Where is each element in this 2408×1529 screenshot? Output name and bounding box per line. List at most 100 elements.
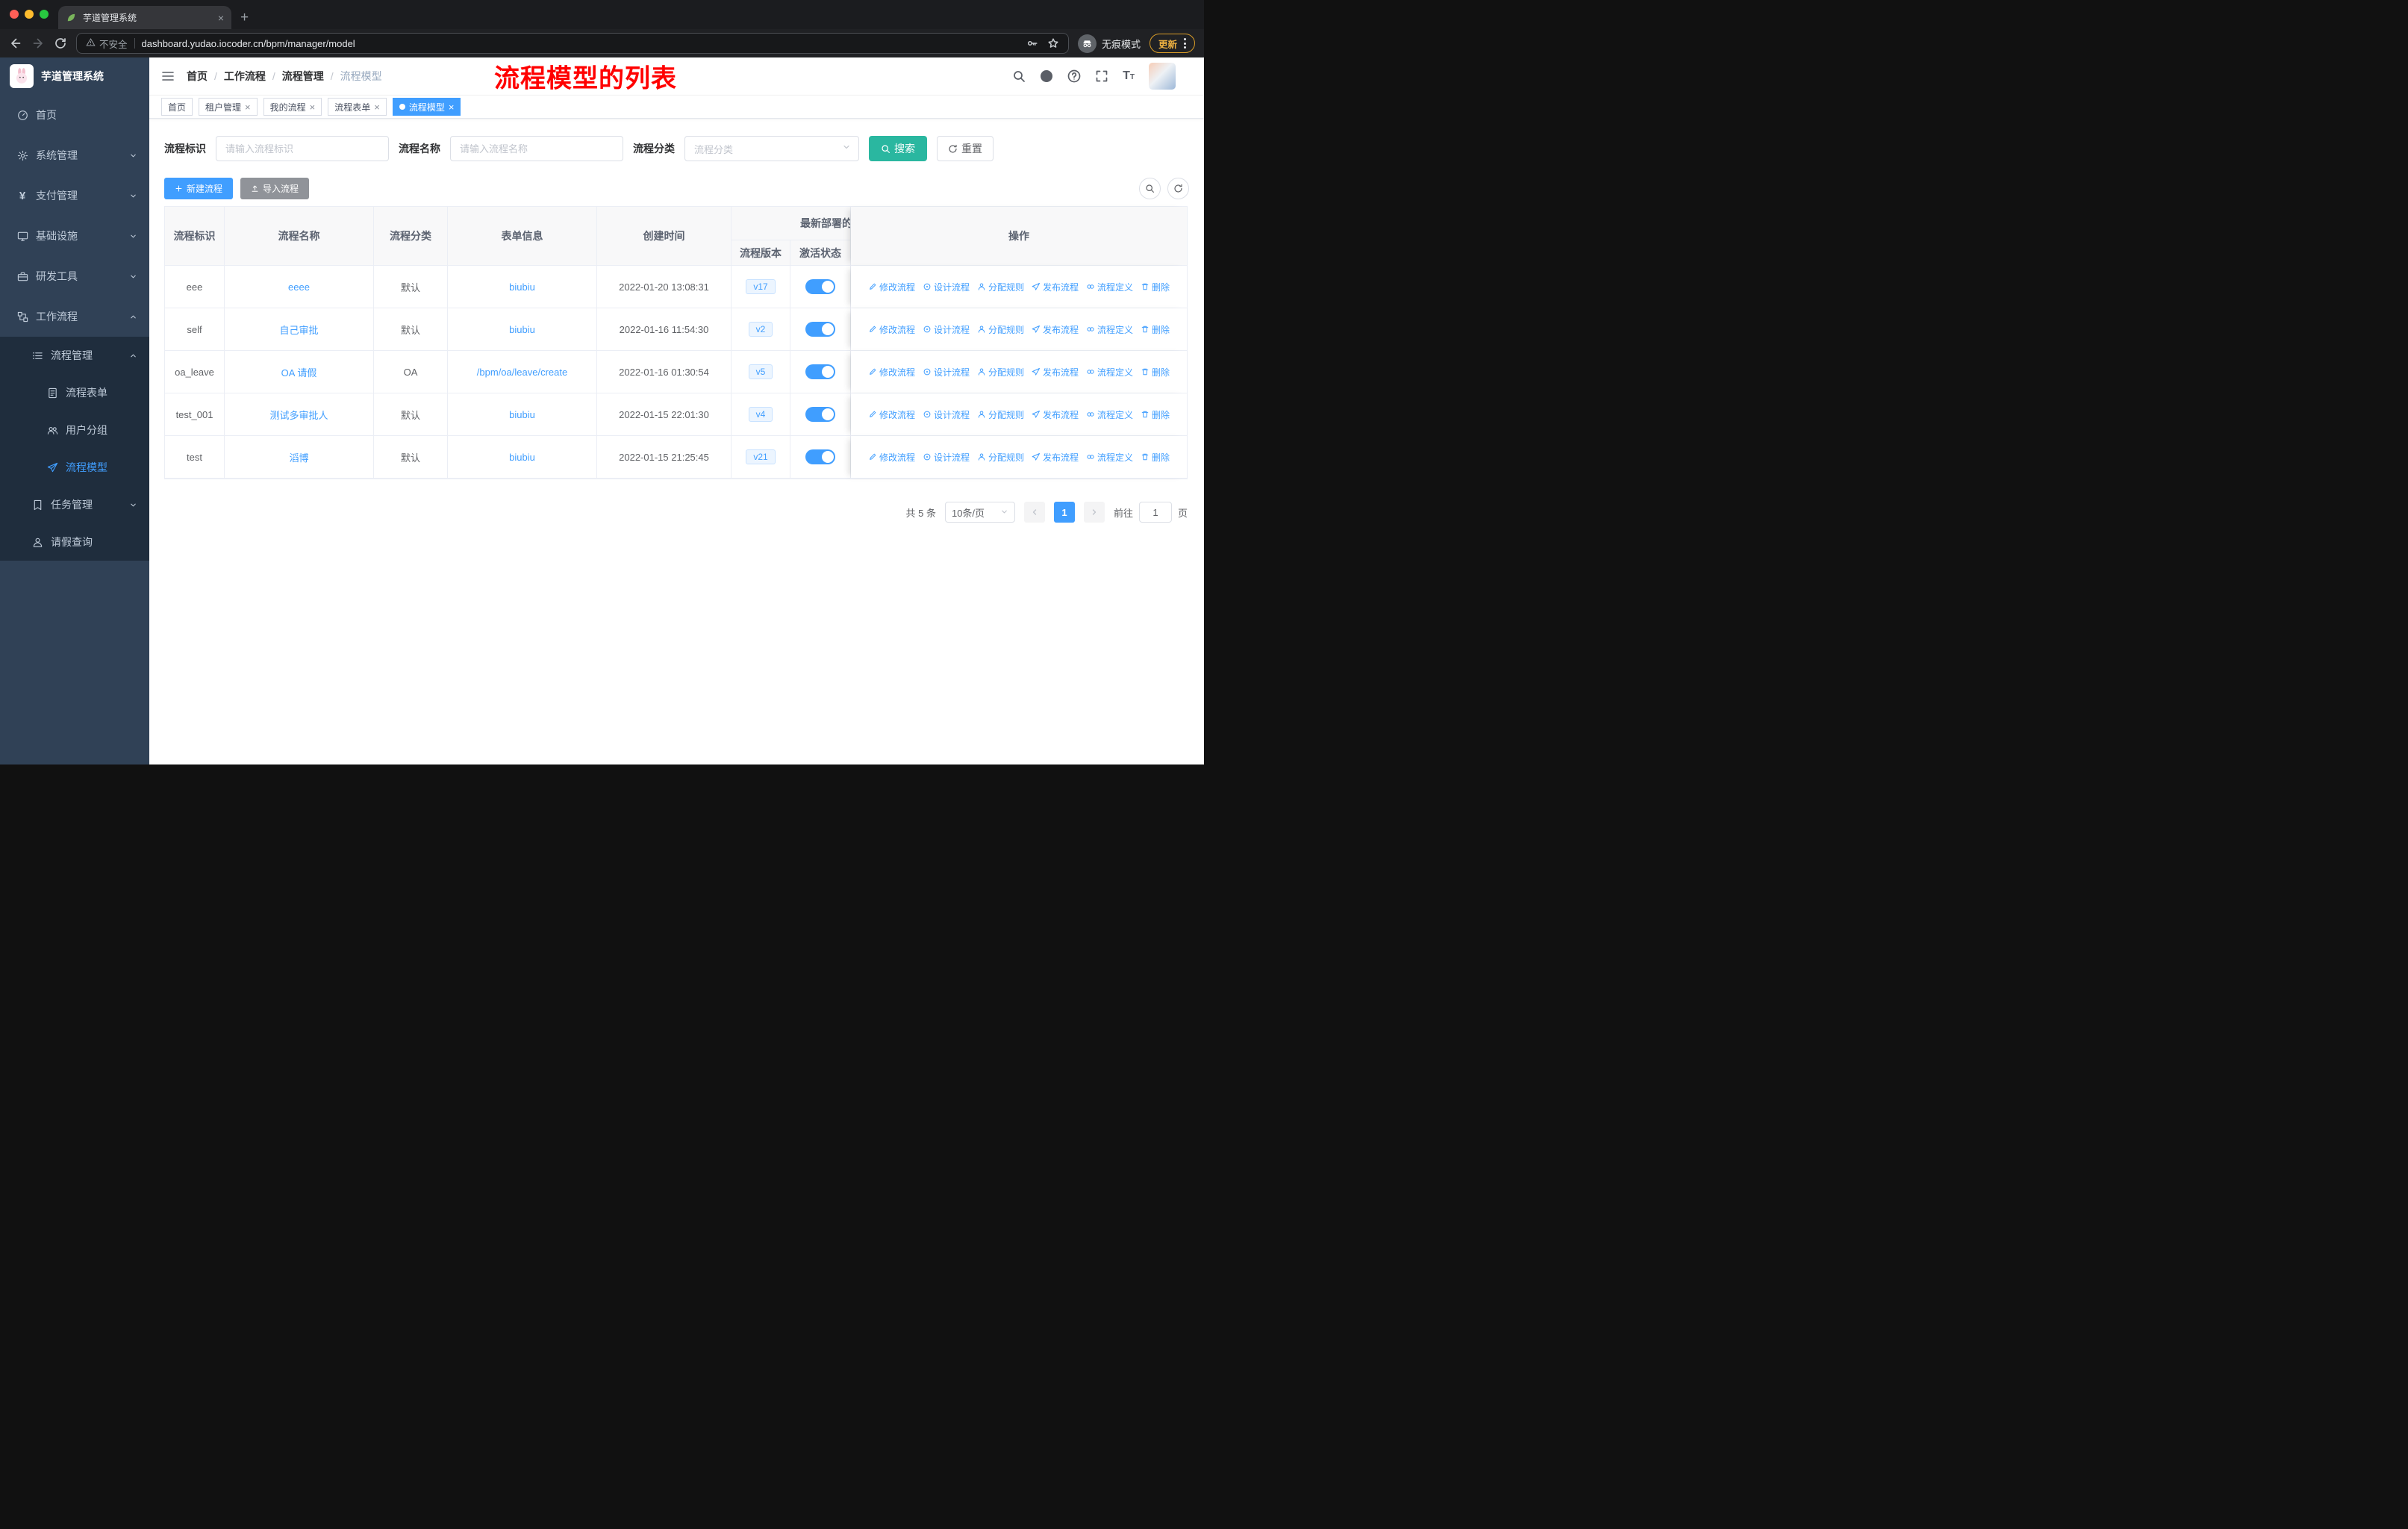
process-definition-link[interactable]: 流程定义 xyxy=(1086,408,1133,421)
forward-icon[interactable] xyxy=(31,37,45,50)
active-toggle[interactable] xyxy=(805,407,835,422)
assign-rule-link[interactable]: 分配规则 xyxy=(977,408,1024,421)
process-name-link[interactable]: 测试多审批人 xyxy=(269,408,328,422)
assign-rule-link[interactable]: 分配规则 xyxy=(977,451,1024,464)
browser-menu-icon[interactable] xyxy=(1184,38,1186,49)
process-definition-link[interactable]: 流程定义 xyxy=(1086,323,1133,336)
process-definition-link[interactable]: 流程定义 xyxy=(1086,281,1133,293)
version-badge[interactable]: v4 xyxy=(748,407,773,422)
minimize-window-button[interactable] xyxy=(25,10,34,19)
font-size-icon[interactable]: TT xyxy=(1123,69,1135,81)
sidebar-item-process-form[interactable]: 流程表单 xyxy=(0,374,149,411)
version-badge[interactable]: v2 xyxy=(748,322,773,337)
process-definition-link[interactable]: 流程定义 xyxy=(1086,366,1133,379)
publish-process-link[interactable]: 发布流程 xyxy=(1032,323,1079,336)
assign-rule-link[interactable]: 分配规则 xyxy=(977,366,1024,379)
edit-process-link[interactable]: 修改流程 xyxy=(868,408,915,421)
sidebar-item-payment[interactable]: ¥ 支付管理 xyxy=(0,175,149,216)
tag-home[interactable]: 首页 xyxy=(161,98,193,116)
publish-process-link[interactable]: 发布流程 xyxy=(1032,366,1079,379)
github-icon[interactable] xyxy=(1040,69,1053,83)
assign-rule-link[interactable]: 分配规则 xyxy=(977,281,1024,293)
edit-process-link[interactable]: 修改流程 xyxy=(868,281,915,293)
import-process-button[interactable]: 导入流程 xyxy=(240,178,310,199)
process-name-input[interactable] xyxy=(450,136,623,161)
publish-process-link[interactable]: 发布流程 xyxy=(1032,408,1079,421)
tag-my-process[interactable]: 我的流程 × xyxy=(263,98,322,116)
tag-tenant-management[interactable]: 租户管理 × xyxy=(199,98,258,116)
page-number-1[interactable]: 1 xyxy=(1053,502,1075,523)
close-window-button[interactable] xyxy=(10,10,19,19)
form-info-link[interactable]: biubiu xyxy=(509,281,535,293)
breadcrumb-process-management[interactable]: 流程管理 xyxy=(282,69,324,84)
design-process-link[interactable]: 设计流程 xyxy=(923,451,970,464)
search-button[interactable]: 搜索 xyxy=(869,136,927,161)
close-icon[interactable]: × xyxy=(449,102,455,112)
active-toggle[interactable] xyxy=(805,322,835,337)
sidebar-item-user-group[interactable]: 用户分组 xyxy=(0,411,149,449)
form-info-link[interactable]: biubiu xyxy=(509,409,535,420)
sidebar-item-dev-tools[interactable]: 研发工具 xyxy=(0,256,149,296)
sidebar-item-workflow[interactable]: 工作流程 xyxy=(0,296,149,337)
page-size-select[interactable]: 10条/页 xyxy=(944,502,1015,523)
process-definition-link[interactable]: 流程定义 xyxy=(1086,451,1133,464)
back-icon[interactable] xyxy=(9,37,22,50)
address-bar[interactable]: 不安全 dashboard.yudao.iocoder.cn/bpm/manag… xyxy=(76,33,1069,54)
close-icon[interactable]: × xyxy=(374,102,380,112)
prev-page-button[interactable] xyxy=(1023,502,1045,523)
reset-button[interactable]: 重置 xyxy=(937,136,994,161)
sidebar-item-leave-query[interactable]: 请假查询 xyxy=(0,523,149,561)
edit-process-link[interactable]: 修改流程 xyxy=(868,366,915,379)
new-tab-button[interactable]: + xyxy=(231,6,258,29)
sidebar-item-task-management[interactable]: 任务管理 xyxy=(0,486,149,523)
browser-tab[interactable]: 芋道管理系统 × xyxy=(58,6,231,29)
active-toggle[interactable] xyxy=(805,364,835,379)
delete-process-link[interactable]: 删除 xyxy=(1141,366,1170,379)
design-process-link[interactable]: 设计流程 xyxy=(923,323,970,336)
url-text[interactable]: dashboard.yudao.iocoder.cn/bpm/manager/m… xyxy=(142,38,1020,49)
design-process-link[interactable]: 设计流程 xyxy=(923,366,970,379)
publish-process-link[interactable]: 发布流程 xyxy=(1032,281,1079,293)
close-icon[interactable]: × xyxy=(310,102,316,112)
form-info-link[interactable]: biubiu xyxy=(509,452,535,463)
version-badge[interactable]: v5 xyxy=(748,364,773,379)
tag-process-model[interactable]: 流程模型 × xyxy=(392,98,461,116)
process-name-link[interactable]: eeee xyxy=(288,281,310,293)
delete-process-link[interactable]: 删除 xyxy=(1141,323,1170,336)
process-name-link[interactable]: OA 请假 xyxy=(281,365,317,379)
help-icon[interactable] xyxy=(1067,69,1081,83)
process-category-select[interactable]: 流程分类 xyxy=(684,136,859,161)
tag-process-form[interactable]: 流程表单 × xyxy=(328,98,387,116)
sidebar-item-system[interactable]: 系统管理 xyxy=(0,135,149,175)
bookmark-star-icon[interactable] xyxy=(1047,37,1059,49)
form-info-link[interactable]: biubiu xyxy=(509,324,535,335)
active-toggle[interactable] xyxy=(805,279,835,294)
menu-fold-icon[interactable] xyxy=(149,69,187,83)
tab-close-icon[interactable]: × xyxy=(218,13,224,23)
design-process-link[interactable]: 设计流程 xyxy=(923,408,970,421)
edit-process-link[interactable]: 修改流程 xyxy=(868,323,915,336)
delete-process-link[interactable]: 删除 xyxy=(1141,281,1170,293)
toggle-search-button[interactable] xyxy=(1139,178,1161,199)
refresh-button[interactable] xyxy=(1167,178,1189,199)
version-badge[interactable]: v17 xyxy=(746,279,776,294)
active-toggle[interactable] xyxy=(805,449,835,464)
form-info-link[interactable]: /bpm/oa/leave/create xyxy=(477,367,567,378)
process-name-link[interactable]: 自己审批 xyxy=(279,323,318,337)
sidebar-item-home[interactable]: 首页 xyxy=(0,95,149,135)
fullscreen-icon[interactable] xyxy=(1095,69,1108,83)
process-name-link[interactable]: 滔博 xyxy=(289,450,308,464)
delete-process-link[interactable]: 删除 xyxy=(1141,451,1170,464)
password-key-icon[interactable] xyxy=(1026,37,1038,49)
sidebar-item-process-management[interactable]: 流程管理 xyxy=(0,337,149,374)
create-process-button[interactable]: 新建流程 xyxy=(164,178,234,199)
assign-rule-link[interactable]: 分配规则 xyxy=(977,323,1024,336)
edit-process-link[interactable]: 修改流程 xyxy=(868,451,915,464)
browser-update-button[interactable]: 更新 xyxy=(1149,34,1195,53)
sidebar-item-process-model[interactable]: 流程模型 xyxy=(0,449,149,486)
search-icon[interactable] xyxy=(1012,69,1026,83)
next-page-button[interactable] xyxy=(1083,502,1105,523)
zoom-window-button[interactable] xyxy=(40,10,49,19)
avatar[interactable] xyxy=(1149,63,1176,90)
design-process-link[interactable]: 设计流程 xyxy=(923,281,970,293)
